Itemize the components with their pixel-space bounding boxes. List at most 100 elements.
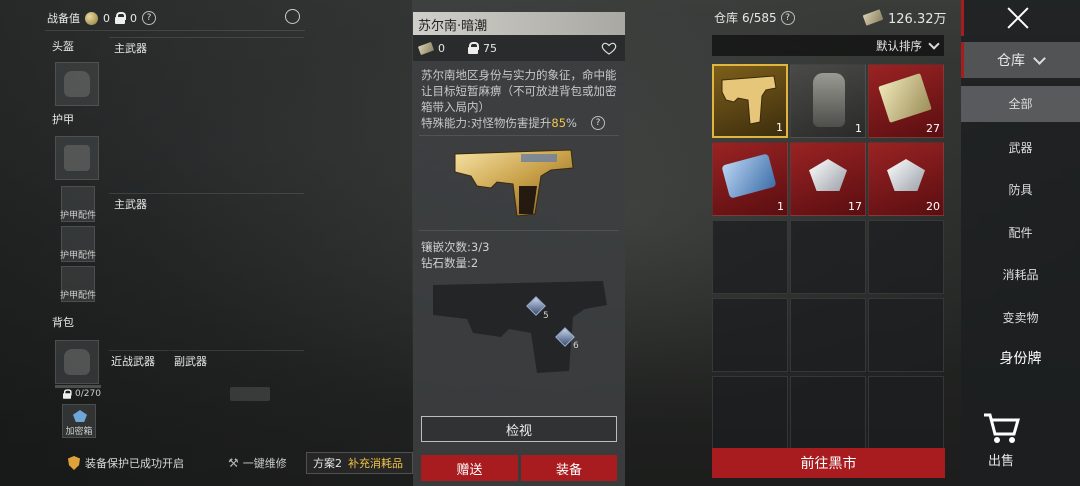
empty-inventory-cell[interactable]	[790, 298, 866, 372]
empty-inventory-cell[interactable]	[868, 376, 944, 450]
lock-value: 0	[130, 11, 137, 25]
ability-unit: %	[566, 116, 577, 130]
favorite-heart-icon[interactable]	[601, 40, 617, 56]
divider	[45, 30, 305, 31]
inventory-cell[interactable]: 1	[712, 64, 788, 138]
eye-toggle-icon[interactable]	[285, 9, 300, 24]
sidebar-item-weapons[interactable]: 武器	[961, 139, 1080, 156]
item-count: 27	[926, 122, 940, 135]
empty-inventory-cell[interactable]	[868, 220, 944, 294]
secondary-weapon-slot[interactable]: 副武器	[170, 350, 304, 440]
equip-button[interactable]: 装备	[521, 455, 617, 481]
item-description-block: 苏尔南地区身份与实力的象征，命中能让目标短暂麻痹（不可放进背包或加密箱带入局内）…	[413, 61, 625, 135]
money-display: 126.32万	[862, 8, 947, 27]
gold-pistol-icon	[454, 149, 574, 217]
inventory-cell[interactable]: 27	[868, 64, 944, 138]
encrypted-box-slot[interactable]: 加密箱	[62, 404, 96, 438]
empty-inventory-cell[interactable]	[712, 376, 788, 450]
armor-attachment-slot-2[interactable]: 护甲配件	[60, 226, 97, 262]
sidebar-item-all[interactable]: 全部	[961, 86, 1080, 122]
sidebar-item-consumables[interactable]: 消耗品	[961, 266, 1080, 283]
backpack-icon	[813, 73, 845, 127]
pistol-silhouette-icon	[230, 387, 270, 401]
armor-slot[interactable]	[55, 136, 99, 180]
lock-icon	[63, 389, 72, 399]
empty-inventory-cell[interactable]	[790, 376, 866, 450]
item-ability: 特殊能力:对怪物伤害提升 85 % ?	[421, 115, 617, 131]
lock-icon	[115, 12, 126, 24]
inventory-grid: 1 1 27 1 17 20	[712, 64, 944, 456]
secondary-weapon-label: 副武器	[174, 355, 207, 368]
category-sidebar: 仓库 全部 武器 防具 配件 消耗品 变卖物 身份牌 出售	[961, 0, 1080, 486]
accent-bar	[961, 0, 964, 36]
close-icon[interactable]	[1006, 6, 1030, 30]
item-title: 苏尔南·暗潮	[413, 12, 625, 35]
item-lock-count: 75	[483, 41, 497, 55]
lock-icon	[468, 42, 479, 54]
item-price: 0	[438, 41, 445, 55]
empty-inventory-cell[interactable]	[790, 220, 866, 294]
gift-button[interactable]: 赠送	[421, 455, 518, 481]
hammer-icon: ⚒	[228, 456, 239, 470]
helmet-icon	[64, 71, 90, 97]
sort-dropdown[interactable]: 默认排序	[712, 35, 944, 56]
primary-weapon-label: 主武器	[114, 198, 147, 211]
armor-label: 护甲	[52, 113, 74, 126]
ability-value: 85	[551, 116, 567, 130]
protection-status-text: 装备保护已成功开启	[85, 457, 184, 470]
inlay-info: 镶嵌次数:3/3 钻石数量:2	[413, 231, 625, 271]
money-icon	[862, 9, 884, 26]
inspect-button[interactable]: 检视	[421, 416, 617, 442]
armor-attachment-label: 护甲配件	[60, 251, 97, 261]
inlay-slot-number: 5	[543, 311, 549, 321]
sidebar-item-attachments[interactable]: 配件	[961, 224, 1080, 241]
money-value: 126.32万	[888, 12, 947, 27]
item-count: 1	[776, 121, 783, 134]
item-stats-bar: 0 75	[413, 35, 625, 61]
melee-weapon-slot[interactable]: 近战武器	[109, 350, 169, 440]
primary-weapon-slot-1[interactable]: 主武器	[109, 37, 304, 187]
primary-weapon-slot-2[interactable]: 主武器	[109, 193, 304, 343]
encrypted-box-icon	[73, 410, 87, 422]
plan-selector[interactable]: 方案2 补充消耗品	[306, 452, 413, 474]
sell-button[interactable]: 出售	[981, 410, 1021, 470]
sidebar-header[interactable]: 仓库	[961, 42, 1080, 78]
empty-inventory-cell[interactable]	[712, 298, 788, 372]
empty-inventory-cell[interactable]	[868, 298, 944, 372]
inventory-cell[interactable]: 1	[790, 64, 866, 138]
sidebar-item-sellables[interactable]: 变卖物	[961, 309, 1080, 326]
sidebar-item-armor[interactable]: 防具	[961, 181, 1080, 198]
sort-label: 默认排序	[876, 38, 922, 53]
diamond-icon	[887, 159, 925, 191]
ability-prefix: 特殊能力:对怪物伤害提升	[421, 116, 552, 130]
blue-card-icon	[721, 153, 777, 199]
help-icon[interactable]: ?	[780, 10, 795, 25]
backpack-capacity-value: 0/270	[75, 389, 101, 399]
inlay-slot-number: 6	[573, 341, 579, 351]
backpack-capacity: 0/270	[62, 388, 101, 400]
black-market-button[interactable]: 前往黑市	[712, 448, 945, 478]
sidebar-item-id-tags[interactable]: 身份牌	[961, 348, 1080, 368]
helmet-label: 头盔	[52, 40, 74, 53]
cash-stack-icon	[878, 73, 932, 123]
armor-attachment-slot-1[interactable]: 护甲配件	[60, 186, 96, 222]
help-icon[interactable]: ?	[142, 11, 156, 25]
item-count: 20	[926, 200, 940, 213]
empty-inventory-cell[interactable]	[712, 220, 788, 294]
primary-weapon-label: 主武器	[114, 42, 147, 55]
sell-label: 出售	[987, 454, 1014, 469]
item-count: 17	[848, 200, 862, 213]
backpack-slot[interactable]	[55, 340, 99, 384]
inventory-cell[interactable]: 1	[712, 142, 788, 216]
inventory-cell[interactable]: 20	[868, 142, 944, 216]
armor-attachment-label: 护甲配件	[60, 291, 97, 301]
item-detail-panel: 苏尔南·暗潮 0 75 苏尔南地区身份与实力的象征，命中能让目标短暂麻痹（不可放…	[413, 12, 625, 486]
repair-all-button[interactable]: ⚒ 一键维修	[228, 455, 287, 471]
shield-icon	[68, 456, 80, 470]
helmet-slot[interactable]	[55, 62, 99, 106]
help-icon[interactable]: ?	[590, 116, 605, 130]
coin-value: 0	[103, 11, 110, 25]
supply-consumables-button[interactable]: 补充消耗品	[348, 455, 403, 471]
inventory-cell[interactable]: 17	[790, 142, 866, 216]
armor-attachment-slot-3[interactable]: 护甲配件	[60, 266, 97, 302]
